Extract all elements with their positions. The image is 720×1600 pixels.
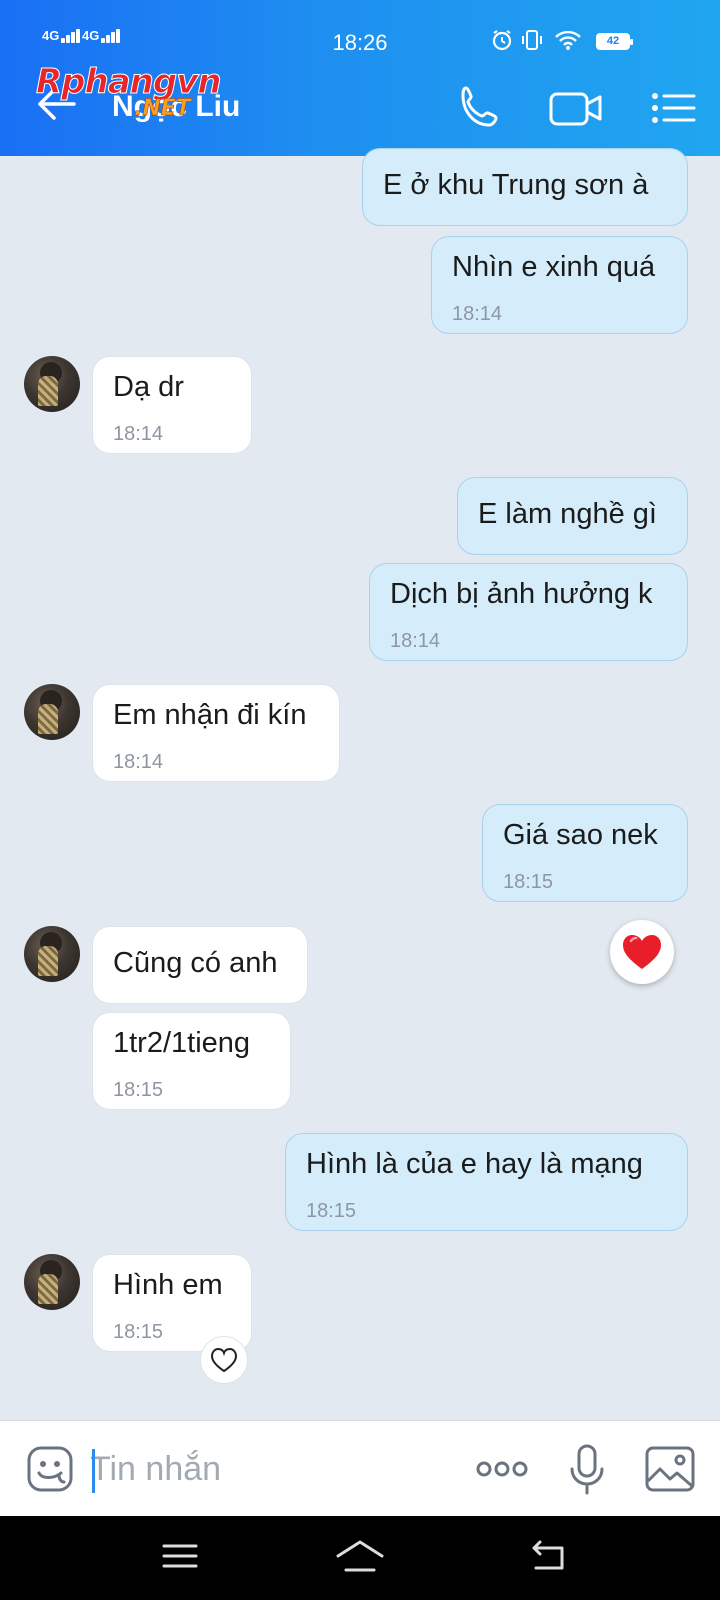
vibrate-icon — [522, 30, 542, 50]
chat-header: Ngọc Liu Rphangvn .NET — [0, 60, 720, 156]
message-text: Em nhận đi kín — [113, 699, 307, 731]
message-time: 18:14 — [113, 423, 164, 445]
message-time: 18:15 — [113, 1079, 164, 1101]
contact-avatar[interactable] — [24, 926, 80, 982]
more-icon[interactable] — [474, 1443, 530, 1495]
message-text: Cũng có anh — [113, 947, 278, 979]
contact-avatar[interactable] — [24, 356, 80, 412]
message-text: Hình em — [113, 1269, 223, 1301]
message-time: 18:15 — [503, 871, 554, 893]
message-bubble-received[interactable]: Em nhận đi kín 18:14 — [92, 684, 340, 782]
contact-avatar[interactable] — [24, 1254, 80, 1310]
message-time: 18:15 — [113, 1321, 164, 1343]
status-bar: 4G 4G 18:26 42 — [0, 0, 720, 60]
text-cursor — [92, 1449, 95, 1493]
back-nav-icon[interactable] — [526, 1536, 570, 1576]
message-bubble-sent[interactable]: Giá sao nek 18:15 — [482, 804, 688, 902]
message-bubble-sent[interactable]: Nhìn e xinh quá 18:14 — [431, 236, 688, 334]
message-bubble-sent[interactable]: E ở khu Trung sơn à — [362, 148, 688, 226]
message-text: Hình là của e hay là mạng — [306, 1148, 643, 1180]
red-heart-icon — [623, 935, 661, 969]
message-bubble-received[interactable]: 1tr2/1tieng 18:15 — [92, 1012, 291, 1110]
image-icon[interactable] — [644, 1443, 696, 1495]
message-text: Giá sao nek — [503, 819, 658, 851]
alarm-icon — [492, 30, 512, 51]
battery-icon: 42 — [596, 33, 633, 50]
message-bubble-sent[interactable]: Dịch bị ảnh hưởng k 18:14 — [369, 563, 688, 661]
app-header-bar: 4G 4G 18:26 42 Ngọc Liu Rphangvn .NET — [0, 0, 720, 156]
phone-icon[interactable] — [454, 82, 506, 134]
contact-name[interactable]: Ngọc Liu — [112, 90, 240, 124]
message-bubble-sent[interactable]: Hình là của e hay là mạng 18:15 — [285, 1133, 688, 1231]
message-input[interactable] — [90, 1439, 440, 1499]
battery-level: 42 — [598, 35, 628, 48]
contact-avatar[interactable] — [24, 684, 80, 740]
video-call-icon[interactable] — [548, 82, 604, 134]
message-text: Nhìn e xinh quá — [452, 251, 656, 283]
home-icon[interactable] — [334, 1536, 386, 1576]
message-bubble-received[interactable]: Cũng có anh — [92, 926, 308, 1004]
message-bubble-received[interactable]: Dạ dr 18:14 — [92, 356, 252, 454]
message-time: 18:14 — [113, 751, 164, 773]
message-text: Dạ dr — [113, 371, 184, 403]
emoji-icon[interactable] — [26, 1445, 74, 1493]
message-text: Dịch bị ảnh hưởng k — [390, 578, 653, 610]
message-bubble-sent[interactable]: E làm nghề gì — [457, 477, 688, 555]
heart-reaction-badge[interactable] — [610, 920, 674, 984]
menu-list-icon[interactable] — [650, 82, 696, 134]
message-text: 1tr2/1tieng — [113, 1027, 251, 1059]
recent-apps-icon[interactable] — [158, 1536, 202, 1576]
message-time: 18:15 — [306, 1200, 357, 1222]
message-text: E làm nghề gì — [478, 498, 657, 530]
react-heart-button[interactable] — [200, 1336, 248, 1384]
wifi-icon — [555, 30, 581, 50]
message-time: 18:14 — [452, 303, 503, 325]
microphone-icon[interactable] — [568, 1443, 606, 1495]
message-text: E ở khu Trung sơn à — [383, 169, 649, 201]
message-composer — [0, 1420, 720, 1516]
back-arrow-icon[interactable] — [34, 82, 78, 126]
system-navigation-bar — [0, 1516, 720, 1600]
message-time: 18:14 — [390, 630, 441, 652]
heart-outline-icon — [210, 1347, 238, 1373]
